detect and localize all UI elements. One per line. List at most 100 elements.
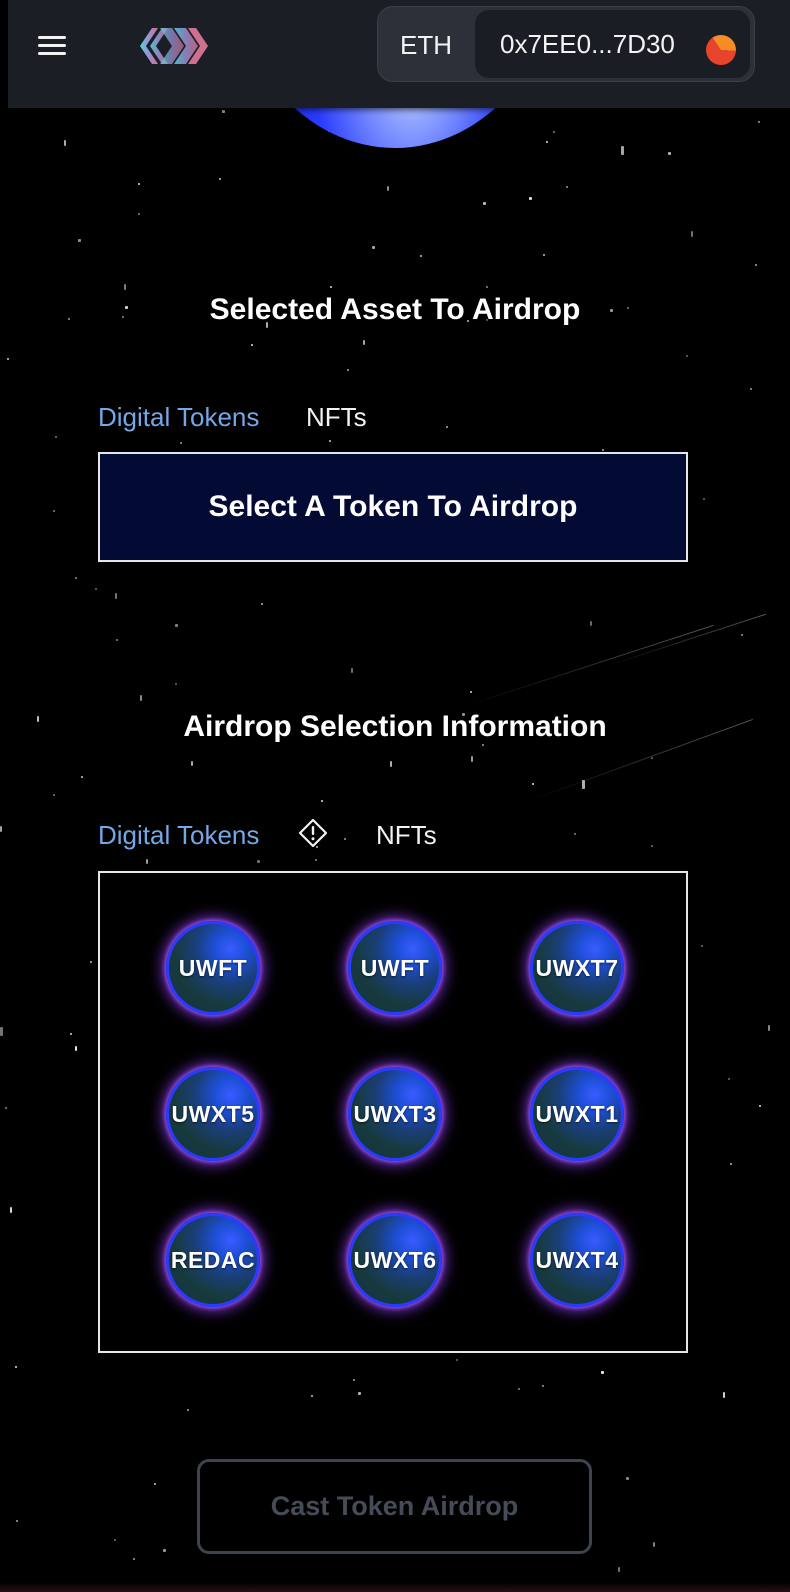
- star-dot: [321, 800, 323, 802]
- star-dot: [621, 146, 624, 155]
- star-dot: [146, 859, 148, 864]
- star-dot: [387, 186, 389, 191]
- star-dot: [351, 668, 353, 673]
- star-dot: [553, 131, 555, 133]
- token-item[interactable]: REDAC: [166, 1213, 260, 1307]
- token-item[interactable]: UWXT6: [348, 1213, 442, 1307]
- star-dot: [95, 588, 97, 590]
- star-dot: [133, 1558, 135, 1560]
- star-dot: [116, 639, 118, 641]
- star-dot: [53, 510, 55, 512]
- selected-asset-title: Selected Asset To Airdrop: [209, 293, 581, 326]
- star-dot: [566, 186, 568, 188]
- star-dot: [768, 1025, 770, 1031]
- star-dot: [16, 1520, 18, 1522]
- star-dot: [180, 442, 182, 444]
- star-dot: [311, 1395, 313, 1397]
- star-dot: [114, 1539, 116, 1541]
- star-dot: [75, 1046, 77, 1051]
- star-dot: [703, 498, 705, 500]
- star-dot: [618, 1567, 620, 1572]
- star-dot: [446, 426, 448, 428]
- star-dot: [138, 183, 140, 185]
- star-dot: [668, 152, 671, 155]
- info-tab-nfts[interactable]: NFTs: [376, 820, 437, 851]
- top-header: ETH 0x7EE0...7D30: [8, 0, 790, 108]
- star-dot: [723, 1392, 725, 1398]
- selection-info-title: Airdrop Selection Information: [183, 710, 607, 743]
- tab-digital-tokens[interactable]: Digital Tokens: [98, 402, 259, 433]
- star-dot: [691, 231, 693, 237]
- bottom-edge: [0, 1582, 790, 1592]
- wallet-avatar-icon: [706, 35, 736, 65]
- star-dot: [124, 284, 126, 290]
- star-dot: [329, 440, 331, 442]
- star-dot: [344, 838, 346, 840]
- star-dot: [347, 369, 349, 371]
- tab-nfts[interactable]: NFTs: [306, 402, 367, 433]
- star-dot: [529, 197, 532, 200]
- star-dot: [456, 1359, 458, 1361]
- star-dot: [5, 1107, 7, 1109]
- star-dot: [759, 1105, 761, 1107]
- star-dot: [420, 255, 422, 257]
- token-item[interactable]: UWXT3: [348, 1067, 442, 1161]
- star-dot: [626, 1477, 629, 1480]
- star-dot: [115, 593, 117, 599]
- token-grid: UWFT UWFT UWXT7 UWXT5 UWXT3 UWXT1 REDAC UWXT6 UW…: [98, 871, 688, 1353]
- star-dot: [758, 121, 760, 123]
- star-dot: [590, 621, 592, 626]
- network-label[interactable]: ETH: [400, 7, 452, 83]
- star-dot: [542, 1385, 544, 1387]
- star-dot: [532, 783, 534, 785]
- star-dot: [651, 757, 653, 759]
- star-dot: [486, 286, 488, 288]
- star-dot: [70, 1033, 72, 1035]
- star-dot: [251, 344, 253, 346]
- star-dot: [482, 744, 484, 746]
- star-dot: [163, 1549, 166, 1552]
- star-dot: [175, 624, 178, 627]
- token-item[interactable]: UWFT: [166, 921, 260, 1015]
- star-dot: [574, 833, 576, 835]
- airdrop-page: ETH 0x7EE0...7D30 Selected Asset To Aird…: [0, 0, 790, 1592]
- star-dot: [53, 794, 55, 796]
- star-dot: [602, 449, 604, 451]
- star-dot: [363, 340, 365, 345]
- star-dot: [750, 388, 752, 390]
- star-dot: [222, 110, 225, 113]
- diamond-info-icon[interactable]: [298, 818, 328, 848]
- star-dot: [257, 860, 260, 863]
- star-dot: [483, 202, 486, 205]
- star-dot: [353, 1379, 355, 1381]
- star-dot: [470, 691, 472, 693]
- star-dot: [64, 140, 66, 146]
- wallet-address: 0x7EE0...7D30: [500, 29, 675, 59]
- star-dot: [55, 436, 57, 438]
- info-tab-digital-tokens[interactable]: Digital Tokens: [98, 820, 259, 851]
- token-item[interactable]: UWXT1: [530, 1067, 624, 1161]
- wallet-address-button[interactable]: 0x7EE0...7D30: [475, 10, 750, 78]
- token-item[interactable]: UWXT7: [530, 921, 624, 1015]
- star-dot: [730, 1163, 732, 1165]
- hamburger-menu-icon[interactable]: [36, 30, 68, 62]
- select-token-button[interactable]: Select A Token To Airdrop: [98, 452, 688, 562]
- token-item[interactable]: UWXT5: [166, 1067, 260, 1161]
- star-dot: [15, 1366, 17, 1368]
- wallet-panel: ETH 0x7EE0...7D30: [377, 6, 755, 82]
- star-dot: [518, 1388, 520, 1390]
- star-dot: [78, 239, 81, 242]
- star-dot: [686, 355, 688, 357]
- star-dot: [471, 756, 473, 762]
- cast-token-airdrop-button[interactable]: Cast Token Airdrop: [197, 1459, 592, 1554]
- token-item[interactable]: UWXT4: [530, 1213, 624, 1307]
- star-dot: [219, 178, 221, 180]
- star-dot: [7, 358, 9, 360]
- star-dot: [543, 254, 545, 256]
- star-dot: [315, 859, 317, 861]
- brand-logo[interactable]: [138, 24, 212, 68]
- star-dot: [140, 695, 142, 701]
- token-item[interactable]: UWFT: [348, 921, 442, 1015]
- star-dot: [601, 1371, 604, 1374]
- star-dot: [81, 776, 83, 778]
